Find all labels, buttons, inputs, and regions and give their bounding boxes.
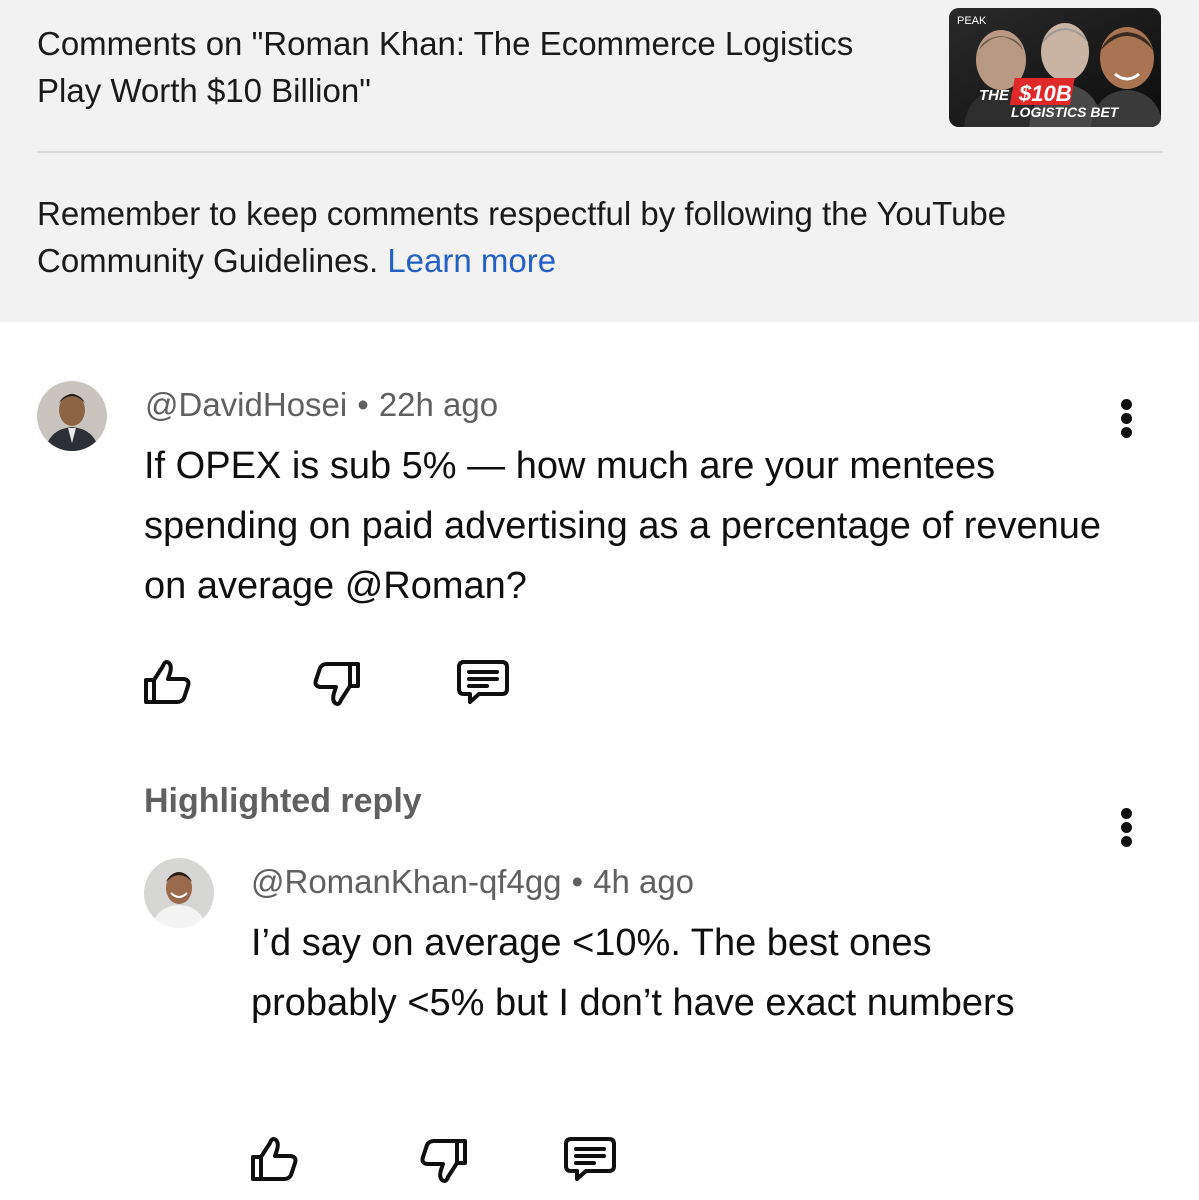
meta-separator: • bbox=[571, 863, 584, 900]
thumbnail-brand: PEAK bbox=[957, 15, 987, 27]
thumbs-up-icon bbox=[144, 660, 191, 704]
comment-icon bbox=[564, 1137, 616, 1181]
thumbnail-text-the: THE bbox=[979, 87, 1010, 104]
comment-meta: @DavidHosei • 22h ago bbox=[145, 386, 498, 424]
dislike-button[interactable] bbox=[415, 1132, 471, 1188]
comment-text: If OPEX is sub 5% — how much are your me… bbox=[144, 445, 1102, 607]
dislike-button[interactable] bbox=[308, 655, 364, 711]
learn-more-link[interactable]: Learn more bbox=[387, 242, 556, 279]
comment-time: 22h ago bbox=[378, 386, 499, 423]
reply-button[interactable] bbox=[455, 655, 511, 711]
meta-separator: • bbox=[357, 386, 369, 423]
comment-author[interactable]: @DavidHosei bbox=[145, 386, 347, 423]
more-vertical-icon[interactable] bbox=[1117, 396, 1137, 440]
reply-time: 4h ago bbox=[593, 863, 695, 900]
reply-meta: @RomanKhan-qf4gg • 4h ago bbox=[251, 863, 694, 901]
reply-author[interactable]: @RomanKhan-qf4gg bbox=[251, 863, 562, 900]
reply-text: I’d say on average <10%. The best ones p… bbox=[251, 922, 1015, 1024]
thumbs-up-icon bbox=[251, 1137, 298, 1181]
thumbnail-amount: $10B bbox=[1018, 81, 1072, 106]
thumbnail-subtitle: LOGISTICS BET bbox=[1011, 104, 1120, 120]
page-title: Comments on "Roman Khan: The Ecommerce L… bbox=[37, 25, 854, 109]
like-button[interactable] bbox=[140, 655, 196, 711]
comments-header: Comments on "Roman Khan: The Ecommerce L… bbox=[0, 0, 1199, 322]
reply-button[interactable] bbox=[562, 1132, 618, 1188]
header-divider bbox=[37, 151, 1163, 153]
comment-icon bbox=[457, 660, 509, 704]
community-guidelines-notice: Remember to keep comments respectful by … bbox=[37, 190, 1167, 284]
highlighted-reply-label: Highlighted reply bbox=[144, 782, 422, 820]
more-vertical-icon[interactable] bbox=[1117, 805, 1137, 849]
thumbs-down-icon bbox=[420, 1139, 467, 1183]
video-thumbnail[interactable]: PEAK THE $10B LOGISTICS BET bbox=[949, 8, 1161, 127]
thumbs-down-icon bbox=[313, 662, 360, 706]
like-button[interactable] bbox=[247, 1132, 303, 1188]
avatar[interactable] bbox=[144, 858, 214, 928]
avatar[interactable] bbox=[37, 381, 107, 451]
